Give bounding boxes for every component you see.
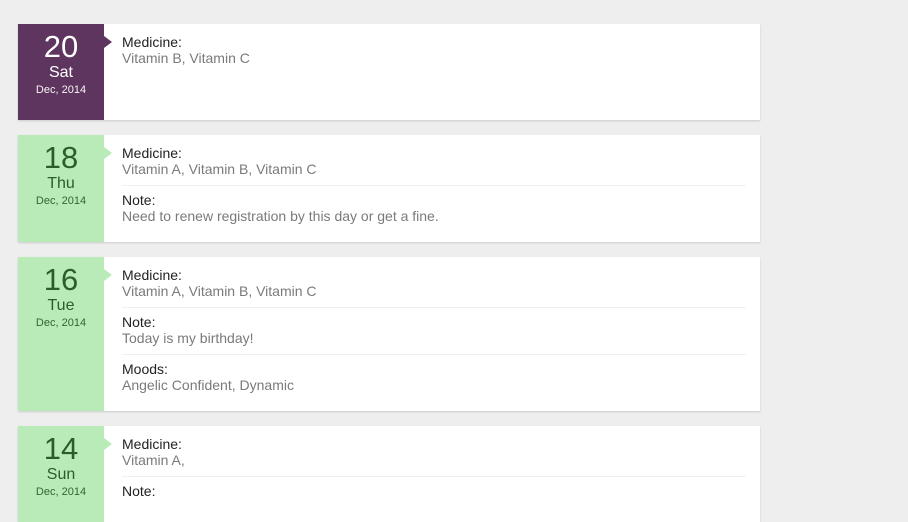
section-value: Need to renew registration by this day o… [122,208,746,224]
date-weekday: Sun [18,466,104,484]
section-value: Today is my birthday! [122,330,746,346]
section-label: Medicine: [122,436,746,452]
section-label: Medicine: [122,34,746,50]
date-day: 18 [18,141,104,175]
section-label: Medicine: [122,267,746,283]
journal-list: 20 Sat Dec, 2014 Medicine: Vitamin B, Vi… [0,0,780,522]
section-label: Note: [122,192,746,208]
date-month-year: Dec, 2014 [18,84,104,96]
entry-content: Medicine: Vitamin A, Note: [104,426,760,522]
date-badge: 18 Thu Dec, 2014 [18,135,104,242]
section-label: Moods: [122,361,746,377]
divider [122,476,746,477]
journal-entry[interactable]: 14 Sun Dec, 2014 Medicine: Vitamin A, No… [18,426,760,522]
section-value: Vitamin A, Vitamin B, Vitamin C [122,161,746,177]
section-value: Angelic Confident, Dynamic [122,377,746,393]
section-value: Vitamin B, Vitamin C [122,50,746,66]
section-label: Note: [122,483,746,499]
date-day: 20 [18,30,104,64]
entry-content: Medicine: Vitamin A, Vitamin B, Vitamin … [104,257,760,411]
journal-entry[interactable]: 18 Thu Dec, 2014 Medicine: Vitamin A, Vi… [18,135,760,242]
date-weekday: Thu [18,175,104,193]
date-badge: 20 Sat Dec, 2014 [18,24,104,120]
journal-entry[interactable]: 20 Sat Dec, 2014 Medicine: Vitamin B, Vi… [18,24,760,120]
section-value: Vitamin A, Vitamin B, Vitamin C [122,283,746,299]
date-weekday: Tue [18,297,104,315]
date-month-year: Dec, 2014 [18,486,104,498]
section-label: Note: [122,314,746,330]
divider [122,307,746,308]
divider [122,354,746,355]
date-weekday: Sat [18,64,104,82]
date-badge: 16 Tue Dec, 2014 [18,257,104,411]
date-month-year: Dec, 2014 [18,195,104,207]
date-day: 16 [18,263,104,297]
date-day: 14 [18,432,104,466]
entry-content: Medicine: Vitamin A, Vitamin B, Vitamin … [104,135,760,242]
section-value: Vitamin A, [122,452,746,468]
divider [122,185,746,186]
date-badge: 14 Sun Dec, 2014 [18,426,104,522]
date-month-year: Dec, 2014 [18,317,104,329]
entry-content: Medicine: Vitamin B, Vitamin C [104,24,760,120]
journal-entry[interactable]: 16 Tue Dec, 2014 Medicine: Vitamin A, Vi… [18,257,760,411]
section-label: Medicine: [122,145,746,161]
